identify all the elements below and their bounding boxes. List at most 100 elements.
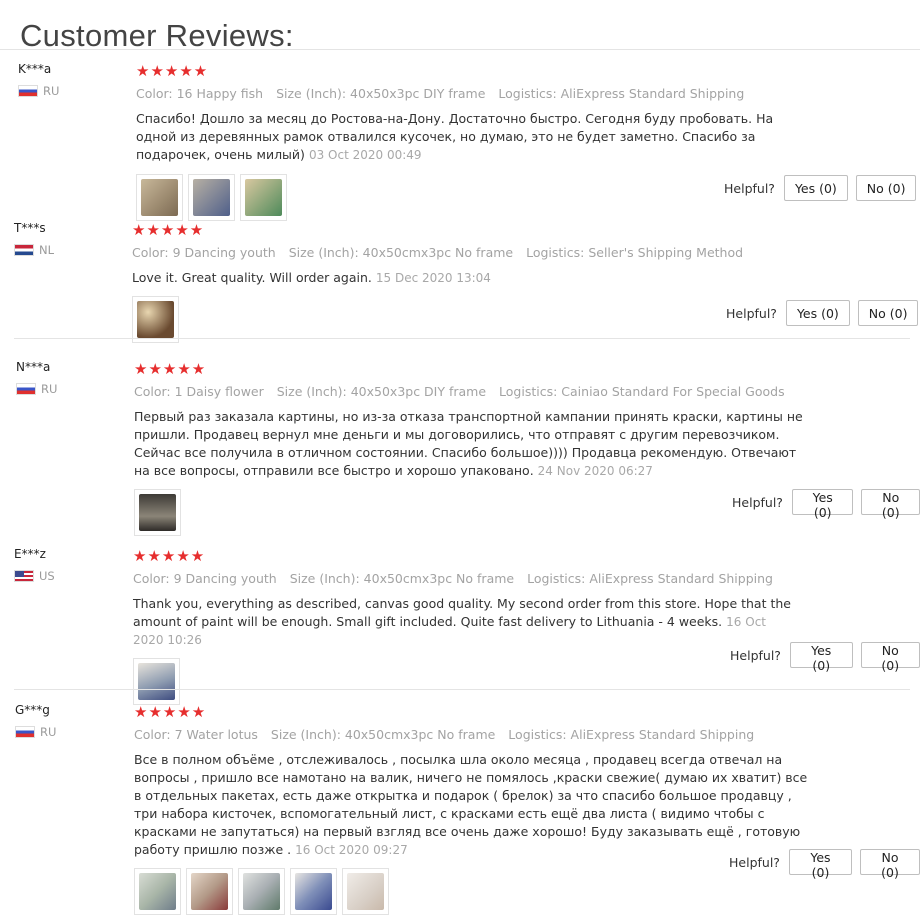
photo-image bbox=[347, 873, 384, 910]
country-code: RU bbox=[41, 382, 58, 396]
review-photo-thumbnail[interactable] bbox=[188, 174, 235, 221]
review-photos bbox=[133, 658, 813, 705]
product-color: Color: 7 Water lotus bbox=[134, 727, 258, 742]
review-body: Все в полном объёме , отслеживалось , по… bbox=[134, 752, 808, 857]
reviewer-info: K***a RU bbox=[18, 62, 118, 98]
review-photos bbox=[134, 489, 814, 536]
helpful-no-button[interactable]: No (0) bbox=[860, 849, 920, 880]
review-photo-thumbnail[interactable] bbox=[238, 868, 285, 915]
review-meta: Color: 1 Daisy flower Size (Inch): 40x50… bbox=[134, 383, 814, 401]
helpful-yes-button[interactable]: Yes (0) bbox=[791, 489, 854, 520]
review-text: Первый раз заказала картины, но из-за от… bbox=[134, 408, 806, 480]
helpful-vote: Helpful? Yes (0) No (0) bbox=[726, 300, 919, 326]
helpful-yes-button[interactable]: Yes (0) bbox=[788, 849, 853, 880]
photo-image bbox=[243, 873, 280, 910]
review-divider bbox=[14, 689, 910, 690]
reviewer-name: E***z bbox=[14, 547, 46, 561]
review-photo-thumbnail[interactable] bbox=[134, 868, 181, 915]
product-color: Color: 9 Dancing youth bbox=[133, 571, 277, 586]
review-meta: Color: 16 Happy fish Size (Inch): 40x50x… bbox=[136, 85, 816, 103]
review-text: Thank you, everything as described, canv… bbox=[133, 595, 795, 649]
photo-image bbox=[139, 494, 176, 531]
reviewer-name: N***a bbox=[16, 360, 51, 374]
star-rating: ★★★★★ bbox=[132, 221, 205, 239]
review-body: Первый раз заказала картины, но из-за от… bbox=[134, 409, 803, 478]
star-rating: ★★★★★ bbox=[134, 703, 207, 721]
review-photo-thumbnail[interactable] bbox=[136, 174, 183, 221]
review-content: ★★★★★ Color: 9 Dancing youth Size (Inch)… bbox=[133, 547, 813, 705]
reviewer-info: G***g RU bbox=[15, 703, 115, 739]
helpful-no-button[interactable]: No (0) bbox=[855, 175, 917, 201]
helpful-no-button[interactable]: No (0) bbox=[860, 642, 920, 673]
reviewer-info: E***z US bbox=[14, 547, 114, 583]
product-color: Color: 1 Daisy flower bbox=[134, 384, 264, 399]
netherlands-flag-icon bbox=[14, 244, 34, 256]
photo-image bbox=[193, 179, 230, 216]
review-text: Все в полном объёме , отслеживалось , по… bbox=[134, 751, 816, 859]
country-code: US bbox=[39, 569, 55, 583]
helpful-label: Helpful? bbox=[729, 854, 780, 870]
product-color: Color: 9 Dancing youth bbox=[132, 245, 276, 260]
review-photo-thumbnail[interactable] bbox=[134, 489, 181, 536]
review-date: 16 Oct 2020 09:27 bbox=[295, 843, 408, 857]
country-code: RU bbox=[43, 84, 60, 98]
review-meta: Color: 7 Water lotus Size (Inch): 40x50c… bbox=[134, 726, 814, 744]
star-rating: ★★★★★ bbox=[136, 62, 209, 80]
reviewer-info: N***a RU bbox=[16, 360, 116, 396]
country-code: RU bbox=[40, 725, 57, 739]
helpful-label: Helpful? bbox=[730, 647, 781, 663]
helpful-vote: Helpful? Yes (0) No (0) bbox=[730, 642, 920, 673]
review-content: ★★★★★ Color: 7 Water lotus Size (Inch): … bbox=[134, 703, 814, 915]
review-photo-thumbnail[interactable] bbox=[240, 174, 287, 221]
helpful-vote: Helpful? Yes (0) No (0) bbox=[724, 175, 917, 201]
photo-image bbox=[191, 873, 228, 910]
logistics: Logistics: AliExpress Standard Shipping bbox=[498, 86, 745, 101]
product-size: Size (Inch): 40x50x3pc DIY frame bbox=[276, 384, 487, 399]
review-date: 15 Dec 2020 13:04 bbox=[375, 271, 491, 285]
review-body: Спасибо! Дошло за месяц до Ростова-на-До… bbox=[136, 111, 774, 162]
review-body: Love it. Great quality. Will order again… bbox=[132, 270, 372, 285]
helpful-yes-button[interactable]: Yes (0) bbox=[785, 300, 850, 326]
review-photo-thumbnail[interactable] bbox=[132, 296, 179, 343]
review-meta: Color: 9 Dancing youth Size (Inch): 40x5… bbox=[133, 570, 813, 588]
photo-image bbox=[141, 179, 178, 216]
title-divider bbox=[0, 49, 920, 50]
reviewer-country: RU bbox=[16, 382, 116, 396]
reviewer-country: RU bbox=[18, 84, 118, 98]
helpful-yes-button[interactable]: Yes (0) bbox=[789, 642, 853, 673]
review-content: ★★★★★ Color: 16 Happy fish Size (Inch): … bbox=[136, 62, 816, 221]
reviewer-name: G***g bbox=[15, 703, 50, 717]
product-size: Size (Inch): 40x50cmx3pc No frame bbox=[270, 727, 496, 742]
russia-flag-icon bbox=[15, 726, 35, 738]
photo-image bbox=[245, 179, 282, 216]
reviewer-info: T***s NL bbox=[14, 221, 114, 257]
photo-image bbox=[295, 873, 332, 910]
star-rating: ★★★★★ bbox=[133, 547, 206, 565]
review-photo-thumbnail[interactable] bbox=[290, 868, 337, 915]
helpful-yes-button[interactable]: Yes (0) bbox=[783, 175, 848, 201]
review-photo-thumbnail[interactable] bbox=[186, 868, 233, 915]
review-body: Thank you, everything as described, canv… bbox=[133, 596, 791, 629]
review-photo-thumbnail[interactable] bbox=[133, 658, 180, 705]
russia-flag-icon bbox=[16, 383, 36, 395]
helpful-vote: Helpful? Yes (0) No (0) bbox=[729, 849, 920, 880]
product-color: Color: 16 Happy fish bbox=[136, 86, 264, 101]
review-text: Спасибо! Дошло за месяц до Ростова-на-До… bbox=[136, 110, 801, 164]
usa-flag-icon bbox=[14, 570, 34, 582]
review-date: 03 Oct 2020 00:49 bbox=[308, 148, 422, 162]
helpful-no-button[interactable]: No (0) bbox=[861, 489, 920, 520]
helpful-no-button[interactable]: No (0) bbox=[857, 300, 919, 326]
logistics: Logistics: AliExpress Standard Shipping bbox=[527, 571, 773, 586]
review-divider bbox=[14, 338, 910, 339]
review-content: ★★★★★ Color: 9 Dancing youth Size (Inch)… bbox=[132, 221, 812, 343]
review-content: ★★★★★ Color: 1 Daisy flower Size (Inch):… bbox=[134, 360, 814, 536]
helpful-vote: Helpful? Yes (0) No (0) bbox=[732, 489, 920, 520]
logistics: Logistics: Seller's Shipping Method bbox=[526, 245, 744, 260]
review-photo-thumbnail[interactable] bbox=[342, 868, 389, 915]
review-date: 24 Nov 2020 06:27 bbox=[537, 464, 653, 478]
russia-flag-icon bbox=[18, 85, 38, 97]
product-size: Size (Inch): 40x50cmx3pc No frame bbox=[289, 571, 515, 586]
logistics: Logistics: AliExpress Standard Shipping bbox=[508, 727, 755, 742]
reviewer-country: RU bbox=[15, 725, 115, 739]
country-code: NL bbox=[39, 243, 55, 257]
